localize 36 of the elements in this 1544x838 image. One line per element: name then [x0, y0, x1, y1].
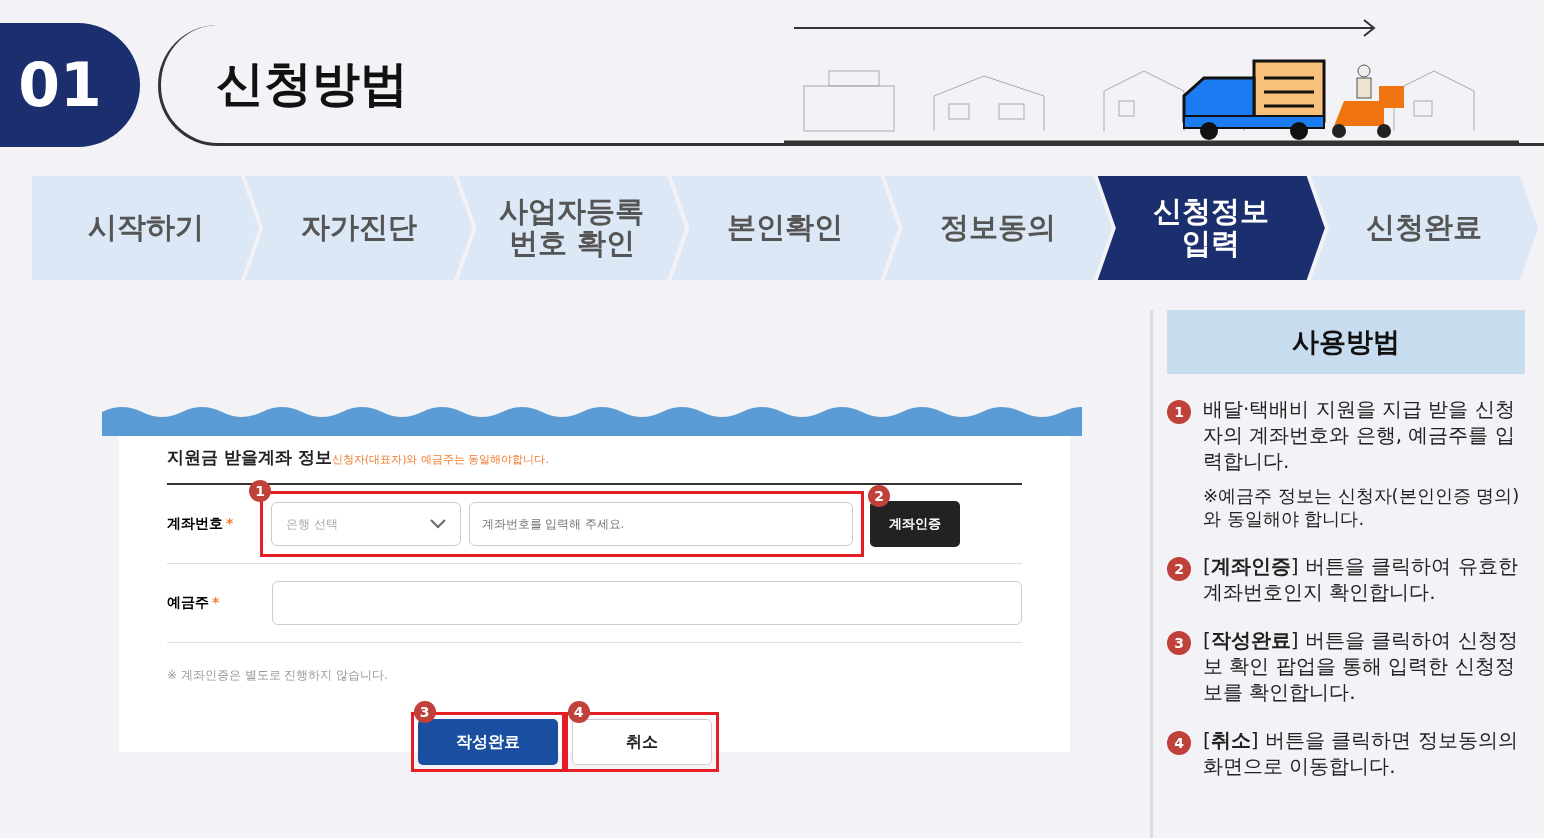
form-title: 지원금 받을계좌 정보 — [167, 446, 332, 469]
step-tab[interactable]: 시작하기 — [32, 176, 260, 280]
chevron-down-icon — [430, 519, 446, 529]
step-tab[interactable]: 자가진단 — [245, 176, 473, 280]
guide-text: [취소] 버튼을 클릭하면 정보동의의 화면으로 이동합니다. — [1203, 726, 1519, 779]
required-mark: * — [226, 515, 234, 531]
step-marker: 3 — [1167, 630, 1191, 655]
submit-button[interactable]: 작성완료 — [417, 719, 558, 765]
step-tab[interactable]: 본인확인 — [671, 176, 899, 280]
step-marker: 4 — [567, 701, 590, 723]
step-marker: 1 — [249, 480, 271, 502]
step-tab[interactable]: 사업자등록 번호 확인 — [458, 176, 686, 280]
guide-title: 사용방법 — [1167, 310, 1525, 374]
step-tab[interactable]: 신청정보 입력 — [1097, 176, 1325, 280]
field-label: 예금주 — [167, 594, 209, 610]
step-marker: 1 — [1167, 400, 1191, 424]
guide-text: 배달·택배비 지원을 지급 받을 신청자의 계좌번호와 은행, 예금주를 입력합니다. — [1203, 396, 1516, 474]
step-marker: 3 — [413, 701, 436, 723]
step-tab[interactable]: 신청완료 — [1310, 176, 1538, 280]
account-holder-field[interactable] — [272, 581, 1022, 625]
section-title: 신청방법 — [216, 53, 408, 113]
step-marker: 2 — [1167, 556, 1191, 581]
step-marker: 2 — [868, 485, 890, 507]
verify-button[interactable]: 계좌인증 — [870, 501, 960, 547]
guide-note: ※예금주 정보는 신청자(본인인증 명의)와 동일해야 합니다. — [1203, 484, 1521, 531]
cancel-button[interactable]: 취소 — [571, 719, 712, 765]
required-mark: * — [212, 594, 220, 610]
step-tab[interactable]: 정보동의 — [884, 176, 1112, 280]
guide-text: [계좌인증] 버튼을 클릭하여 유효한 계좌번호인지 확인합니다. — [1203, 552, 1519, 605]
account-number-field[interactable]: 계좌번호를 입력해 주세요. — [469, 502, 853, 546]
step-marker: 4 — [1167, 730, 1191, 755]
form-note: ※ 계좌인증은 별도로 진행하지 않습니다. — [167, 667, 390, 684]
guide-text: [작성완료] 버튼을 클릭하여 신청정보 확인 팝업을 통해 입력한 신청정보를 확인합니다. — [1203, 626, 1519, 705]
section-number: 01 — [0, 23, 140, 147]
field-label: 계좌번호 — [167, 515, 223, 531]
form-notice: 신청자(대표자)와 예금주는 동일해야합니다. — [331, 452, 549, 467]
